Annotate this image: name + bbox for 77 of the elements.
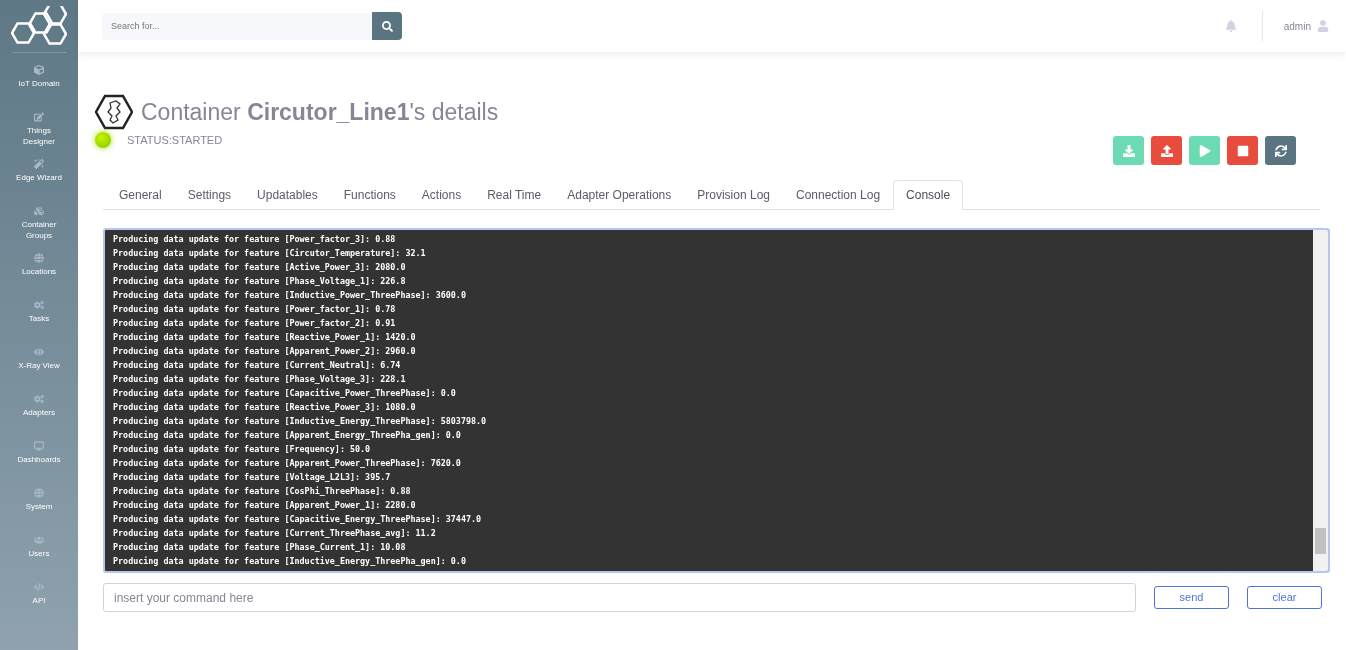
console-line: Producing data update for feature [Phase_Current_1]: 10.08 [113,541,407,554]
console-line: Producing data update for feature [Apparent_Power_ThreePhase]: 7620.0 [113,457,462,470]
console-line: Producing data update for feature [Inductive_Energy_ThreePhase]: 5803798.0 [113,415,488,428]
console-line: Producing data update for feature [Apparent_Energy_ThreePha_gen]: 0.0 [113,429,462,442]
console-line: Producing data update for feature [Current_ThreePhase_avg]: 11.2 [113,527,437,540]
send-button[interactable]: send [1154,586,1229,609]
console-line: Producing data update for feature [Capacitive_Energy_ThreePhase]: 37447.0 [113,513,483,526]
console-line: Producing data update for feature [Phase_Voltage_1]: 226.8 [113,275,407,288]
edit-icon [34,112,44,122]
console-line: Producing data update for feature [Power_factor_2]: 0.91 [113,317,397,330]
stop-icon [1236,144,1249,157]
clear-button[interactable]: clear [1247,586,1322,609]
tab[interactable]: Functions [330,180,409,210]
sidebar-item[interactable]: IoT Domain [0,61,78,108]
tab[interactable]: Actions [408,180,475,210]
console-line: Producing data update for feature [Current_Neutral]: 6.74 [113,359,402,372]
search-icon [381,20,393,32]
tab[interactable]: Adapter Operations [554,180,685,210]
eye-icon [34,347,44,357]
globe-icon [34,253,44,263]
console-line: Producing data update for feature [Active_Power_3]: 2080.0 [113,261,407,274]
cubes-icon [34,206,44,216]
container-icon [95,94,133,130]
refresh-icon [1274,144,1287,157]
console-line: Producing data update for feature [Inductive_Power_ThreePhase]: 3600.0 [113,289,467,302]
users-icon [34,535,44,545]
page-title: Container Circutor_Line1's details [141,97,499,127]
stop-button[interactable] [1227,136,1258,165]
globe-icon [34,488,44,498]
console-line: Producing data update for feature [Apparent_Power_2]: 2960.0 [113,345,417,358]
refresh-button[interactable] [1265,136,1296,165]
tab[interactable]: Real Time [474,180,555,210]
console-line: Producing data update for feature [Frequency]: 50.0 [113,443,372,456]
sidebar-item[interactable]: Container Groups [0,202,78,249]
search-button[interactable] [372,12,402,40]
cube-icon [34,65,44,75]
sidebar-item[interactable]: Locations [0,249,78,296]
console-line: Producing data update for feature [Inductive_Energy_ThreePha_gen]: 0.0 [113,555,467,568]
sidebar-item[interactable]: Dashboards [0,437,78,484]
console-line: Producing data update for feature [Reactive_Power_1]: 1420.0 [113,331,417,344]
play-icon [1198,144,1211,157]
sidebar-item[interactable]: Edge Wizard [0,155,78,202]
search-field[interactable]: Search for... [102,12,372,40]
console-line: Producing data update for feature [Power_factor_3]: 0.88 [113,233,397,246]
download-icon [1122,144,1135,157]
sidebar-item[interactable]: System [0,484,78,531]
console-line: Producing data update for feature [Phase_Voltage_3]: 228.1 [113,373,407,386]
screen-icon [34,441,44,451]
tab[interactable]: General [106,180,175,210]
tab[interactable]: Settings [174,180,245,210]
code-icon [34,582,44,592]
console-line: Producing data update for feature [Voltage_L2L3]: 395.7 [113,471,392,484]
sidebar-item[interactable]: Tasks [0,296,78,343]
console-line: Producing data update for feature [CosPhi_ThreePhase]: 0.88 [113,485,412,498]
tab[interactable]: Console [893,180,964,210]
cogs-icon [34,300,44,310]
console-line: Producing data update for feature [Reactive_Power_3]: 1080.0 [113,401,417,414]
command-field[interactable]: insert your command here [103,583,1136,612]
upload-button[interactable] [1151,136,1182,165]
sidebar-item[interactable]: Adapters [0,390,78,437]
upload-icon [1160,144,1173,157]
wand-icon [34,159,44,169]
tab[interactable]: Updatables [244,180,331,210]
console-line: Producing data update for feature [Circutor_Temperature]: 32.1 [113,247,427,260]
console-line: Producing data update for feature [Capacitive_Power_ThreePhase]: 0.0 [113,387,457,400]
console-line: Producing data update for feature [Apparent_Power_1]: 2280.0 [113,499,417,512]
console-line: Producing data update for feature [Power_factor_1]: 0.78 [113,303,397,316]
sidebar-item[interactable]: Things Designer [0,108,78,155]
sidebar-item[interactable]: X-Ray View [0,343,78,390]
user-name[interactable]: admin [1283,18,1311,34]
cogs-icon [34,394,44,404]
sidebar-item[interactable]: Users [0,531,78,578]
tab[interactable]: Provision Log [684,180,783,210]
sidebar-item[interactable]: API [0,578,78,625]
hexagon-logo [11,6,67,46]
status-text: STATUS:STARTED [127,133,223,148]
tab[interactable]: Connection Log [783,180,894,210]
